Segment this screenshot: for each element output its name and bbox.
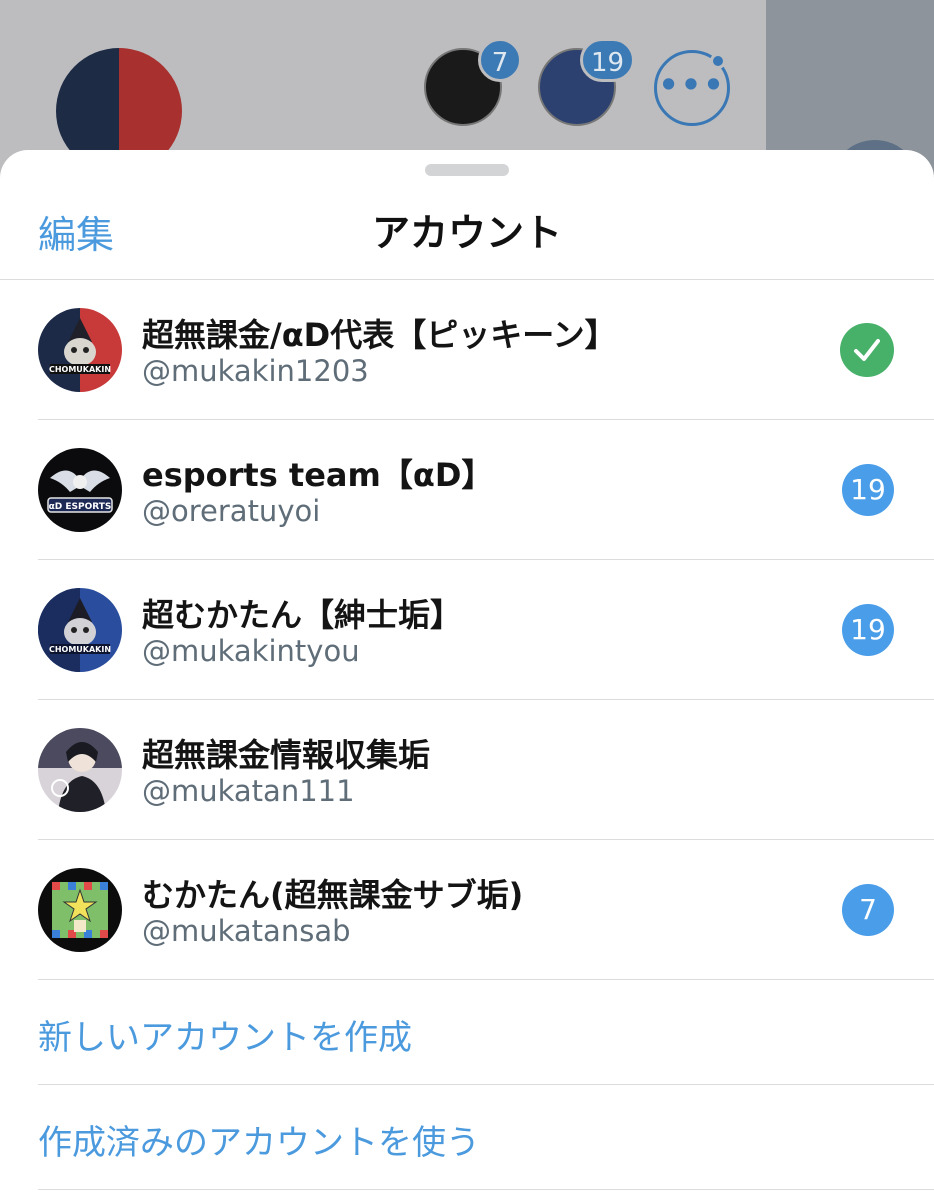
sheet-grabber[interactable] [425, 164, 509, 176]
sheet-title: アカウント [371, 211, 562, 255]
create-account-label: 新しいアカウントを作成 [38, 1018, 412, 1058]
chomukakin-blue-logo-icon: CHOMUKAKIN [38, 588, 122, 672]
svg-text:CHOMUKAKIN: CHOMUKAKIN [49, 645, 111, 654]
ad-esports-eagle-logo-icon: αD ESPORTS [38, 448, 122, 532]
account-name: むかたん(超無課金サブ垢) [142, 876, 524, 914]
sheet-header: 編集 アカウント [0, 180, 934, 280]
notification-dot [710, 53, 726, 69]
background-badge: 7 [478, 38, 522, 82]
account-row[interactable]: 超無課金情報収集垢 @mukatan111 [0, 700, 934, 840]
account-name: 超無課金情報収集垢 [142, 736, 431, 774]
svg-text:αD ESPORTS: αD ESPORTS [49, 502, 112, 512]
use-existing-account-button[interactable]: 作成済みのアカウントを使う [0, 1085, 934, 1190]
account-handle: @oreratuyoi [142, 494, 321, 528]
account-name: 超無課金/αD代表【ピッキーン】 [142, 316, 617, 354]
account-switcher-sheet: 編集 アカウント CHOMUKAKIN 超無課金/αD代表【ピッキーン】 @mu… [0, 150, 934, 1200]
account-row[interactable]: CHOMUKAKIN 超無課金/αD代表【ピッキーン】 @mukakin1203 [0, 280, 934, 420]
account-handle: @mukatansab [142, 914, 351, 948]
anime-character-portrait-icon [38, 728, 122, 812]
unread-badge: 19 [842, 604, 894, 656]
checkmark-icon [840, 323, 894, 377]
pixel-star-character-icon [38, 868, 122, 952]
chomukakin-red-logo-icon: CHOMUKAKIN [38, 308, 122, 392]
account-handle: @mukatan111 [142, 774, 355, 808]
account-handle: @mukakin1203 [142, 354, 369, 388]
unread-badge: 7 [842, 884, 894, 936]
account-row[interactable]: CHOMUKAKIN 超むかたん【紳士垢】 @mukakintyou 19 [0, 560, 934, 700]
account-row[interactable]: αD ESPORTS esports team【αD】 @oreratuyoi … [0, 420, 934, 560]
account-handle: @mukakintyou [142, 634, 360, 668]
use-existing-account-label: 作成済みのアカウントを使う [38, 1123, 480, 1163]
account-row[interactable]: むかたん(超無課金サブ垢) @mukatansab 7 [0, 840, 934, 980]
unread-badge: 19 [842, 464, 894, 516]
create-account-button[interactable]: 新しいアカウントを作成 [0, 980, 934, 1085]
account-name: 超むかたん【紳士垢】 [142, 596, 463, 634]
account-list: CHOMUKAKIN 超無課金/αD代表【ピッキーン】 @mukakin1203… [0, 280, 934, 1190]
background-badge: 19 [580, 38, 636, 82]
svg-text:CHOMUKAKIN: CHOMUKAKIN [49, 365, 111, 374]
account-name: esports team【αD】 [142, 456, 494, 494]
